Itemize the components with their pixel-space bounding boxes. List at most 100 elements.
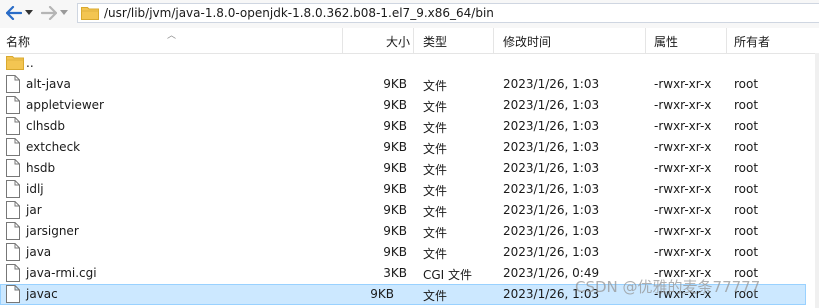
file-name: hsdb (26, 161, 56, 175)
file-name: jar (26, 203, 42, 217)
file-owner: root (734, 77, 759, 91)
file-name: clhsdb (26, 119, 66, 133)
sort-ascending-icon: ︿ (167, 31, 177, 41)
column-header-owner[interactable]: 所有者 (734, 33, 770, 50)
file-name: java-rmi.cgi (26, 266, 97, 280)
file-mtime: 2023/1/26, 1:03 (503, 161, 600, 175)
table-row[interactable]: idlj 9KB 文件 2023/1/26, 1:03 -rwxr-xr-x r… (0, 179, 819, 200)
file-list: .. alt-java 9KB 文件 2023/1/26, 1:03 -rwxr… (0, 53, 819, 305)
file-type: 文件 (423, 289, 448, 303)
file-icon (6, 180, 20, 198)
chevron-down-icon[interactable] (25, 10, 33, 16)
folder-icon (81, 7, 99, 20)
file-owner: root (734, 203, 759, 217)
table-row[interactable]: hsdb 9KB 文件 2023/1/26, 1:03 -rwxr-xr-x r… (0, 158, 819, 179)
file-name: extcheck (26, 140, 81, 154)
chevron-down-icon[interactable] (60, 10, 68, 16)
parent-dir-row[interactable]: .. (0, 53, 819, 74)
table-row[interactable]: appletviewer 9KB 文件 2023/1/26, 1:03 -rwx… (0, 95, 819, 116)
file-permissions: -rwxr-xr-x (654, 77, 712, 91)
vertical-scrollbar[interactable] (815, 53, 819, 308)
file-icon (6, 159, 20, 177)
column-header-size[interactable]: 大小 (386, 33, 410, 50)
file-mtime: 2023/1/26, 1:03 (503, 119, 600, 133)
file-name: idlj (26, 182, 44, 196)
table-row[interactable]: java 9KB 文件 2023/1/26, 1:03 -rwxr-xr-x r… (0, 242, 819, 263)
file-owner: root (734, 161, 759, 175)
file-size: 9KB (383, 77, 407, 91)
file-icon (6, 264, 20, 282)
file-name: java (26, 245, 52, 259)
file-owner: root (734, 182, 759, 196)
file-permissions: -rwxr-xr-x (654, 140, 712, 154)
file-icon (6, 138, 20, 156)
file-owner: root (734, 245, 759, 259)
file-name: .. (26, 56, 34, 70)
column-divider[interactable] (342, 28, 343, 53)
column-divider[interactable] (726, 28, 727, 53)
file-type: 文件 (423, 79, 448, 93)
file-icon (6, 96, 20, 114)
file-mtime: 2023/1/26, 1:03 (503, 140, 600, 154)
column-header-name[interactable]: 名称 (6, 33, 30, 50)
column-divider[interactable] (493, 28, 494, 53)
back-arrow-icon (6, 6, 22, 20)
column-header-mtime[interactable]: 修改时间 (503, 33, 551, 50)
file-mtime: 2023/1/26, 1:03 (503, 182, 600, 196)
file-size: 9KB (383, 140, 407, 154)
file-type: 文件 (423, 247, 448, 261)
column-divider[interactable] (645, 28, 646, 53)
forward-button[interactable] (41, 4, 68, 22)
file-size: 9KB (383, 203, 407, 217)
file-permissions: -rwxr-xr-x (654, 161, 712, 175)
file-owner: root (734, 98, 759, 112)
file-icon (6, 201, 20, 219)
file-name: appletviewer (26, 98, 104, 112)
file-type: 文件 (423, 121, 448, 135)
file-mtime: 2023/1/26, 1:03 (503, 224, 600, 238)
file-icon (6, 117, 20, 135)
file-size: 9KB (383, 161, 407, 175)
file-mtime: 2023/1/26, 1:03 (503, 203, 600, 217)
file-permissions: -rwxr-xr-x (654, 119, 712, 133)
table-row[interactable]: extcheck 9KB 文件 2023/1/26, 1:03 -rwxr-xr… (0, 137, 819, 158)
back-button[interactable] (6, 4, 33, 22)
toolbar: /usr/lib/jvm/java-1.8.0-openjdk-1.8.0.36… (0, 0, 819, 28)
folder-up-icon (6, 56, 24, 70)
path-text: /usr/lib/jvm/java-1.8.0-openjdk-1.8.0.36… (104, 6, 494, 20)
file-size: 9KB (383, 224, 407, 238)
file-icon (6, 75, 20, 93)
file-name: alt-java (26, 77, 71, 91)
table-row[interactable]: jar 9KB 文件 2023/1/26, 1:03 -rwxr-xr-x ro… (0, 200, 819, 221)
file-type: 文件 (423, 142, 448, 156)
column-divider[interactable] (413, 28, 414, 53)
file-name: jarsigner (26, 224, 79, 238)
file-size: 3KB (383, 266, 407, 280)
file-mtime: 2023/1/26, 1:03 (503, 77, 600, 91)
file-owner: root (734, 119, 759, 133)
file-mtime: 2023/1/26, 1:03 (503, 98, 600, 112)
table-row[interactable]: alt-java 9KB 文件 2023/1/26, 1:03 -rwxr-xr… (0, 74, 819, 95)
file-permissions: -rwxr-xr-x (654, 182, 712, 196)
file-type: 文件 (423, 226, 448, 240)
file-type: 文件 (423, 100, 448, 114)
watermark: CSDN @优雅的麦条77777 (575, 278, 761, 296)
file-size: 9KB (383, 182, 407, 196)
file-permissions: -rwxr-xr-x (654, 245, 712, 259)
table-row[interactable]: jarsigner 9KB 文件 2023/1/26, 1:03 -rwxr-x… (0, 221, 819, 242)
file-icon (6, 243, 20, 261)
file-permissions: -rwxr-xr-x (654, 203, 712, 217)
file-owner: root (734, 140, 759, 154)
file-type: 文件 (423, 205, 448, 219)
file-size: 9KB (383, 119, 407, 133)
column-header-type[interactable]: 类型 (423, 33, 447, 50)
file-owner: root (734, 224, 759, 238)
column-header-perm[interactable]: 属性 (654, 33, 678, 50)
path-input[interactable]: /usr/lib/jvm/java-1.8.0-openjdk-1.8.0.36… (77, 3, 819, 23)
file-size: 9KB (383, 98, 407, 112)
file-size: 9KB (383, 245, 407, 259)
table-row[interactable]: clhsdb 9KB 文件 2023/1/26, 1:03 -rwxr-xr-x… (0, 116, 819, 137)
file-permissions: -rwxr-xr-x (654, 224, 712, 238)
file-name: javac (26, 287, 58, 301)
column-header-row: ︿ 名称 大小 类型 修改时间 属性 所有者 (0, 28, 819, 54)
